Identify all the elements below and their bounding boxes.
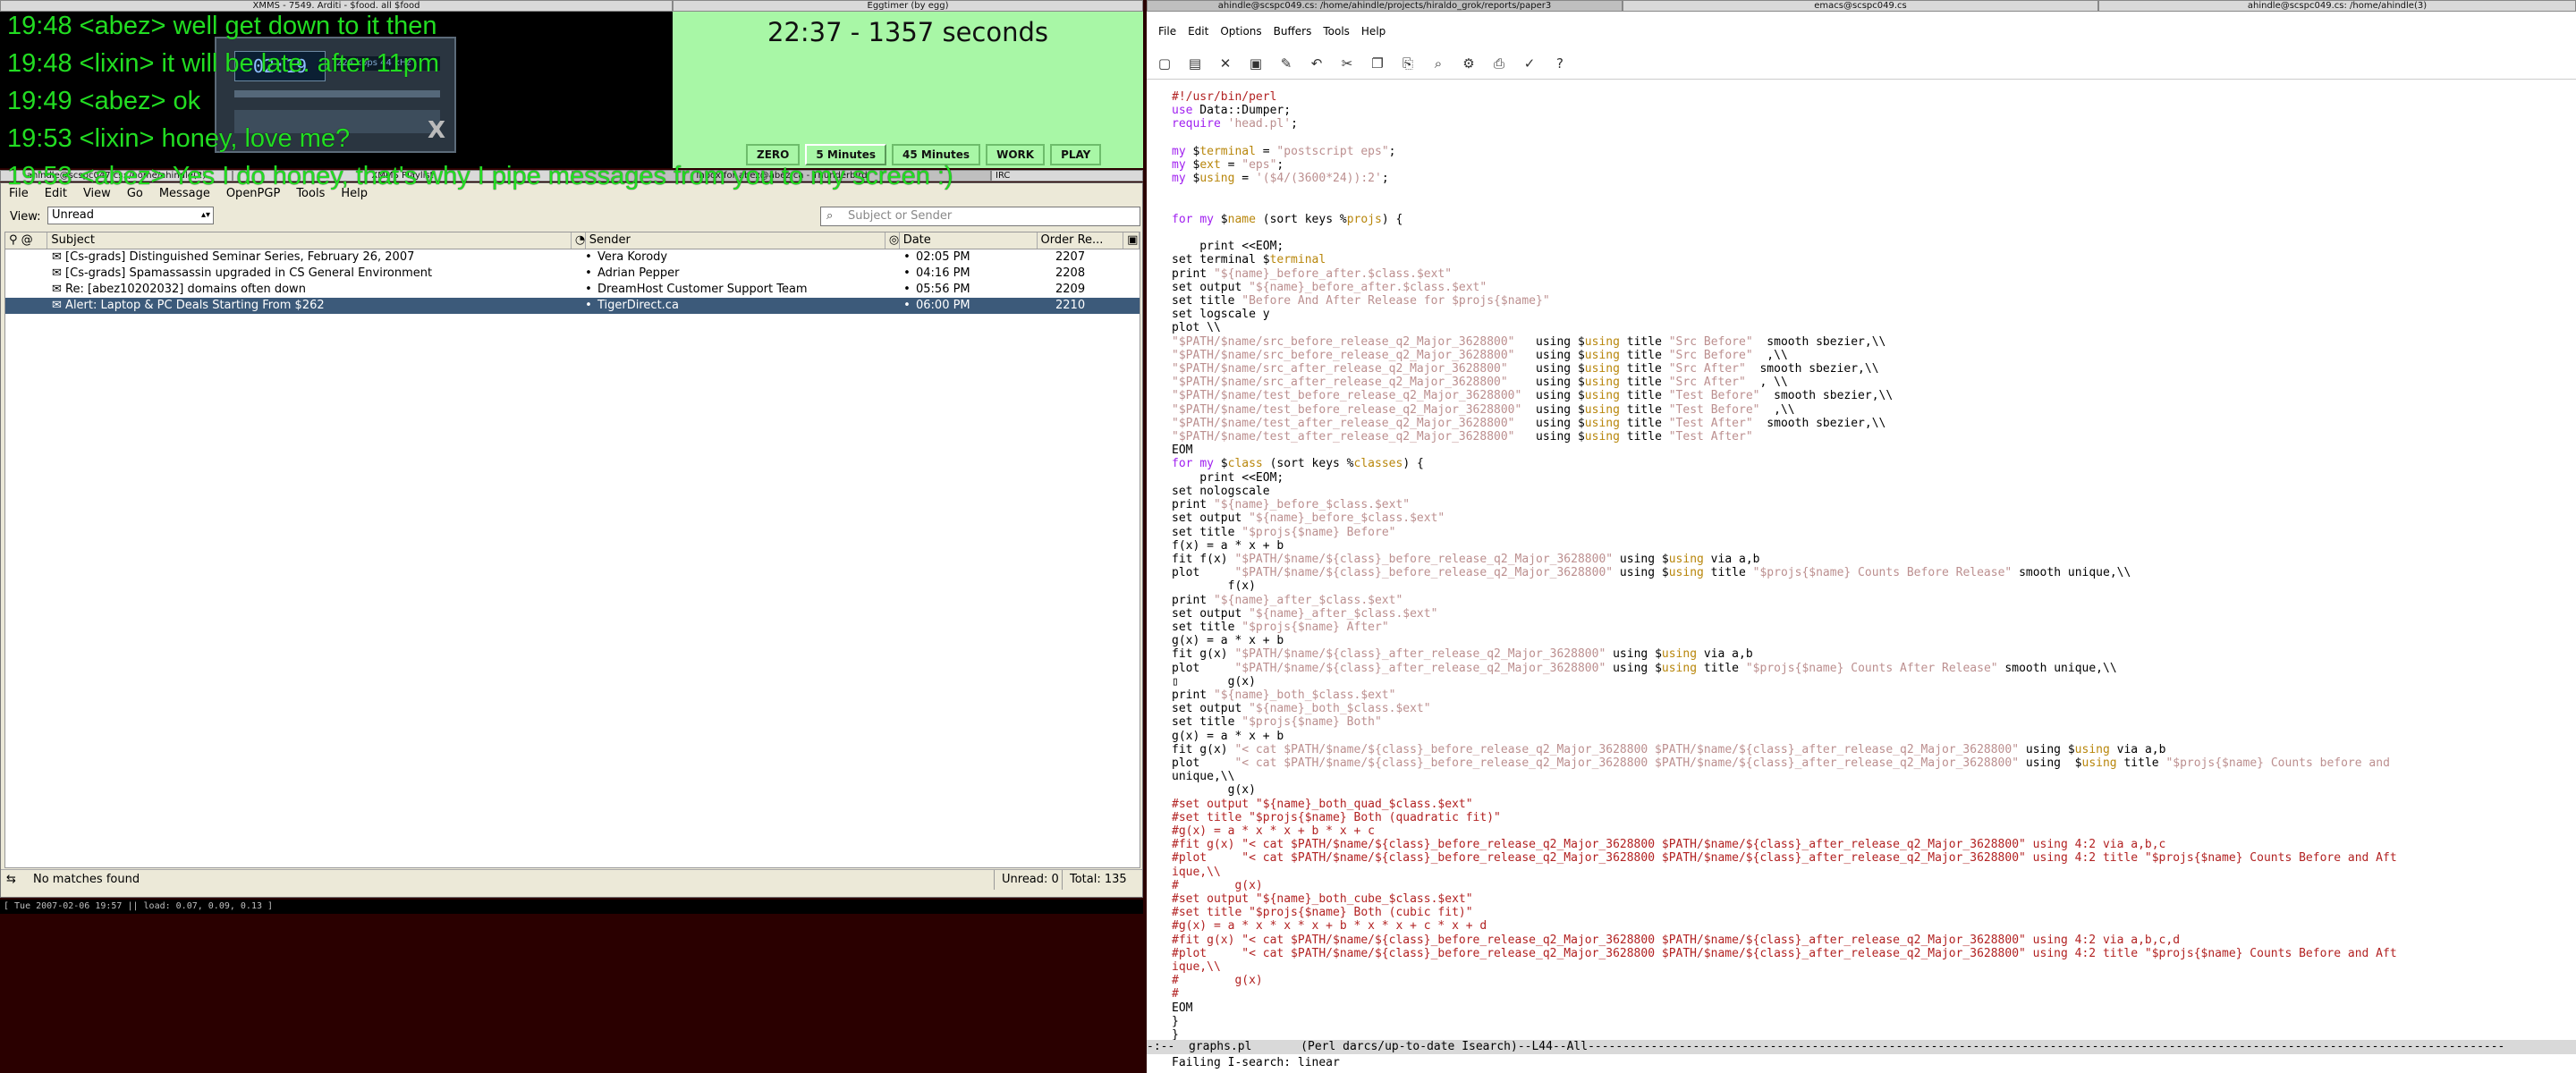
irc-line: 19:53 <lixin> honey, love me? — [7, 124, 351, 153]
total-count: Total: 135 — [1062, 870, 1127, 890]
row-subject: ✉ Re: [abez10202032] domains often down — [48, 282, 580, 298]
column-subject[interactable]: Subject — [47, 232, 572, 249]
row-sender: TigerDirect.ca — [597, 299, 679, 312]
thunderbird-statusbar: ⇆ No matches found Unread: 0 Total: 135 — [1, 869, 1142, 890]
mail-icon: ✉ — [52, 299, 62, 312]
irc-line: 19:48 <abez> well get down to it then — [7, 12, 437, 40]
column-picker-icon[interactable]: ▣ — [1123, 232, 1140, 249]
undo-icon[interactable]: ↶ — [1308, 55, 1326, 72]
row-subject-text: [Cs-grads] Spamassassin upgraded in CS G… — [65, 266, 433, 280]
column-read-icon[interactable]: ◔ — [572, 232, 586, 249]
table-row[interactable]: ✉ [Cs-grads] Distinguished Seminar Serie… — [5, 249, 1140, 266]
copy-icon[interactable]: ❐ — [1368, 55, 1386, 72]
column-order[interactable]: Order Re... — [1038, 232, 1124, 249]
row-icons — [5, 249, 48, 266]
row-order: 2209 — [1055, 283, 1086, 296]
junk-dot-icon[interactable]: • — [898, 249, 912, 266]
junk-dot-icon[interactable]: • — [898, 282, 912, 298]
connection-icon[interactable]: ⇆ — [6, 870, 16, 890]
mail-icon: ✉ — [52, 283, 62, 296]
system-status-line: [ Tue 2007-02-06 19:57 || load: 0.07, 0.… — [0, 900, 1143, 914]
emacs-menu-tools[interactable]: Tools — [1323, 22, 1350, 40]
irc-line: 19:53 <abez> Yes I do honey, that's why … — [7, 162, 953, 190]
table-row[interactable]: ✉ Re: [abez10202032] domains often down … — [5, 282, 1140, 298]
row-order: 2210 — [1055, 299, 1086, 312]
emacs-titlebar-2[interactable]: emacs@scspc049.cs — [1623, 0, 2098, 12]
column-date[interactable]: Date — [900, 232, 1038, 249]
row-subject: ✉ Alert: Laptop & PC Deals Starting From… — [48, 298, 580, 314]
search-input[interactable]: ⌕ Subject or Sender — [820, 207, 1140, 226]
print-icon[interactable]: ⎙ — [1490, 55, 1508, 72]
message-list-header: ⚲ @ Subject ◔ Sender ◎ Date Order Re... … — [5, 232, 1140, 249]
row-subject-text: Alert: Laptop & PC Deals Starting From $… — [65, 299, 325, 312]
emacs-minibuffer[interactable]: Failing I-search: linear — [1147, 1055, 2576, 1071]
row-order: 2208 — [1055, 266, 1086, 280]
spell-check-icon[interactable]: ✓ — [1521, 55, 1538, 72]
search-placeholder: Subject or Sender — [848, 209, 953, 223]
emacs-titlebar-3[interactable]: ahindle@scspc049.cs: /home/ahindle(3) — [2098, 0, 2576, 12]
read-dot-icon[interactable]: • — [580, 249, 594, 266]
row-date: 06:00 PM — [916, 299, 970, 312]
column-junk-icon[interactable]: ◎ — [886, 232, 900, 249]
row-sender: Vera Korody — [597, 250, 668, 264]
thread-column-icon[interactable]: ⚲ @ — [5, 232, 48, 249]
view-select-value: Unread — [52, 208, 95, 222]
status-text: No matches found — [33, 873, 140, 886]
read-dot-icon[interactable]: • — [580, 282, 594, 298]
table-row[interactable]: ✉ [Cs-grads] Spamassassin upgraded in CS… — [5, 266, 1140, 282]
table-row-selected[interactable]: ✉ Alert: Laptop & PC Deals Starting From… — [5, 298, 1140, 314]
row-sender: DreamHost Customer Support Team — [597, 283, 808, 296]
message-list[interactable]: ⚲ @ Subject ◔ Sender ◎ Date Order Re... … — [4, 232, 1140, 868]
code-buffer[interactable]: #!/usr/bin/perl use Data::Dumper; requir… — [1172, 90, 2572, 1042]
help-icon[interactable]: ? — [1551, 55, 1569, 72]
emacs-modeline: -:-- graphs.pl (Perl darcs/up-to-date Is… — [1147, 1040, 2576, 1054]
column-sender[interactable]: Sender — [586, 232, 886, 249]
thunderbird-window: File Edit View Go Message OpenPGP Tools … — [0, 182, 1143, 898]
unread-count: Unread: 0 — [994, 870, 1059, 890]
mail-icon: ✉ — [52, 266, 62, 280]
row-subject: ✉ [Cs-grads] Spamassassin upgraded in CS… — [48, 266, 580, 282]
save-as-icon[interactable]: ✎ — [1277, 55, 1295, 72]
row-icons — [5, 266, 48, 282]
mail-icon: ✉ — [52, 250, 62, 264]
preferences-icon[interactable]: ⚙ — [1460, 55, 1478, 72]
junk-dot-icon[interactable]: • — [898, 266, 912, 282]
updown-arrow-icon: ▴▾ — [200, 210, 210, 220]
view-select[interactable]: Unread ▴▾ — [47, 207, 214, 224]
row-date: 02:05 PM — [916, 250, 970, 264]
cut-icon[interactable]: ✂ — [1338, 55, 1356, 72]
row-subject: ✉ [Cs-grads] Distinguished Seminar Serie… — [48, 249, 580, 266]
paste-icon[interactable]: ⎘ — [1399, 55, 1417, 72]
read-dot-icon[interactable]: • — [580, 266, 594, 282]
junk-dot-icon[interactable]: • — [898, 298, 912, 314]
emacs-menu-help[interactable]: Help — [1361, 22, 1385, 40]
read-dot-icon[interactable]: • — [580, 298, 594, 314]
emacs-menu-buffers[interactable]: Buffers — [1274, 22, 1312, 40]
row-date: 05:56 PM — [916, 283, 970, 296]
row-sender: Adrian Pepper — [597, 266, 680, 280]
search-icon: ⌕ — [826, 209, 834, 223]
irc-overlay: 19:48 <abez> well get down to it then 19… — [7, 7, 1259, 195]
search-icon[interactable]: ⌕ — [1429, 55, 1447, 72]
row-order: 2207 — [1055, 250, 1086, 264]
irc-line: 19:49 <abez> ok — [7, 87, 201, 115]
row-icons — [5, 298, 48, 314]
irc-line: 19:48 <lixin> it will be late. after 11p… — [7, 49, 440, 78]
view-label: View: — [10, 210, 41, 224]
row-subject-text: Re: [abez10202032] domains often down — [65, 283, 306, 296]
row-subject-text: [Cs-grads] Distinguished Seminar Series,… — [65, 250, 415, 264]
row-date: 04:16 PM — [916, 266, 970, 280]
emacs-toolbar: ▢ ▤ ✕ ▣ ✎ ↶ ✂ ❐ ⎘ ⌕ ⚙ ⎙ ✓ ? — [1147, 47, 2576, 80]
emacs-window: File Edit Options Buffers Tools Help ▢ ▤… — [1147, 12, 2576, 1073]
row-icons — [5, 282, 48, 298]
desktop-background — [0, 914, 1143, 1073]
